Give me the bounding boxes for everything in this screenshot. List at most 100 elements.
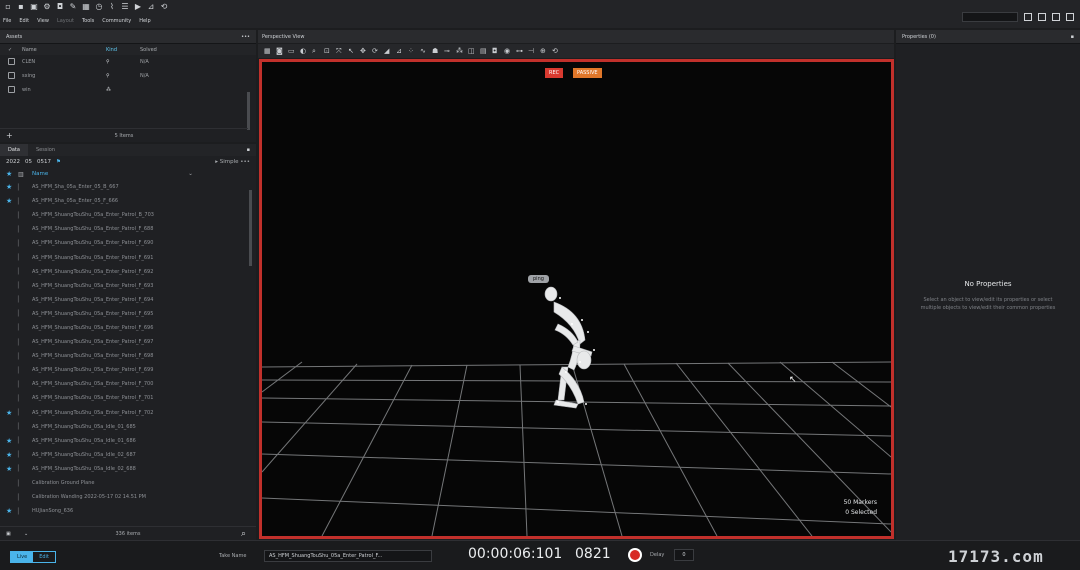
live-edit-toggle[interactable]: Live Edit xyxy=(10,551,56,563)
collapse-icon[interactable]: ⌄ xyxy=(24,531,28,537)
menu-help[interactable]: Help xyxy=(139,18,150,24)
take-row[interactable]: ▏ AS_HFM_ShuangTouShu_05a_Enter_Patrol_F_… xyxy=(0,265,256,279)
take-row[interactable]: ▏ Calibration Wanding 2022-05-17 02 14.51… xyxy=(0,490,256,504)
star-icon[interactable]: ★ xyxy=(6,409,18,417)
view-mode-dropdown[interactable]: ▸ Simple ••• xyxy=(215,159,250,165)
tracking-icon[interactable]: ⊕ xyxy=(540,47,547,55)
take-row[interactable]: ▏ AS_HFM_ShuangTouShu_05a_Idle_01_685 xyxy=(0,420,256,434)
skeleton-figure[interactable] xyxy=(544,286,593,409)
panel-layout-icon[interactable]: ▣ xyxy=(6,531,11,537)
play-icon[interactable]: ▶ xyxy=(134,3,142,11)
rigidbody-icon[interactable]: ⁂ xyxy=(456,47,463,55)
measure-icon[interactable]: ⊿ xyxy=(147,3,155,11)
take-row[interactable]: ▏ AS_HFM_ShuangTouShu_05a_Enter_Patrol_F_… xyxy=(0,236,256,250)
search-icon[interactable]: ⌕ xyxy=(241,529,246,539)
layout-icon[interactable]: ▦ xyxy=(264,47,271,55)
wand-icon[interactable]: ✎ xyxy=(69,3,77,11)
properties-menu-icon[interactable]: ▪ xyxy=(1071,34,1074,40)
camera-icon[interactable]: ◘ xyxy=(492,47,499,55)
take-row[interactable]: ▏ AS_HFM_ShuangTouShu_05a_Enter_Patrol_F_… xyxy=(0,250,256,264)
layout-dropdown-icon[interactable] xyxy=(1024,13,1032,21)
take-row[interactable]: ▏ AS_HFM_ShuangTouShu_05a_Enter_Patrol_F_… xyxy=(0,335,256,349)
take-row[interactable]: ★ ▏ AS_HFM_Sha_05a_Enter_05_F_666 xyxy=(0,194,256,208)
layers-icon[interactable]: ☰ xyxy=(121,3,129,11)
star-column-icon[interactable]: ★ xyxy=(6,170,18,178)
select-icon[interactable]: ↖ xyxy=(348,47,355,55)
scale-icon[interactable]: ◢ xyxy=(384,47,391,55)
sync-icon[interactable]: ⟲ xyxy=(160,3,168,11)
take-row[interactable]: ★ ▏ AS_HFM_ShuangTouShu_05a_Idle_01_686 xyxy=(0,434,256,448)
asset-checkbox[interactable] xyxy=(8,85,15,93)
tab-session[interactable]: Session xyxy=(28,144,63,156)
take-row[interactable]: ▏ AS_HFM_ShuangTouShu_05a_Enter_Patrol_F_… xyxy=(0,293,256,307)
column-name-label[interactable]: Name xyxy=(32,171,48,177)
menu-view[interactable]: View xyxy=(37,18,49,24)
take-row[interactable]: ★ ▏ HUJianSong_636 xyxy=(0,504,256,518)
camera-icon[interactable]: ◘ xyxy=(56,3,64,11)
open-icon[interactable]: ▪ xyxy=(17,3,25,11)
layout-search-input[interactable] xyxy=(962,12,1018,22)
take-row[interactable]: ★ ▏ AS_HFM_Sha_05a_Enter_05_B_667 xyxy=(0,180,256,194)
asset-row[interactable]: CLEN ⚲ N/A xyxy=(0,55,256,69)
take-row[interactable]: ▏ AS_HFM_ShuangTouShu_05a_Enter_Patrol_F_… xyxy=(0,222,256,236)
take-row[interactable]: ▏ Calibration Ground Plane xyxy=(0,476,256,490)
save-icon[interactable]: ▣ xyxy=(30,3,38,11)
take-row[interactable]: ▏ AS_HFM_ShuangTouShu_05a_Enter_Patrol_F_… xyxy=(0,363,256,377)
add-asset-icon[interactable]: + xyxy=(6,131,13,140)
trajectory-icon[interactable]: ∿ xyxy=(420,47,427,55)
take-row[interactable]: ★ ▏ AS_HFM_ShuangTouShu_05a_Idle_02_687 xyxy=(0,448,256,462)
visibility-icon[interactable]: ◐ xyxy=(300,47,307,55)
camera-view-icon[interactable]: ◙ xyxy=(276,47,283,55)
breadcrumb-day[interactable]: 0517 xyxy=(37,159,51,165)
take-row[interactable]: ▏ AS_HFM_ShuangTouShu_05a_Enter_Patrol_F_… xyxy=(0,321,256,335)
clock-icon[interactable]: ◷ xyxy=(95,3,103,11)
take-row[interactable]: ▏ AS_HFM_ShuangTouShu_05a_Enter_Patrol_F_… xyxy=(0,391,256,405)
menu-layout[interactable]: Layout xyxy=(57,18,74,24)
skeleton-icon[interactable]: ☗ xyxy=(432,47,439,55)
breadcrumb-month[interactable]: 05 xyxy=(25,159,32,165)
grid-icon[interactable]: ▤ xyxy=(480,47,487,55)
refresh-icon[interactable]: ⟲ xyxy=(552,47,559,55)
fit-icon[interactable]: ⤧ xyxy=(336,47,343,55)
data-panel-close-icon[interactable]: ▪ xyxy=(247,147,250,153)
star-icon[interactable]: ★ xyxy=(6,451,18,459)
take-row[interactable]: ▏ AS_HFM_ShuangTouShu_05a_Enter_Patrol_F_… xyxy=(0,307,256,321)
assets-scrollbar[interactable] xyxy=(247,92,250,130)
breadcrumb-year[interactable]: 2022 xyxy=(6,159,20,165)
asset-row[interactable]: sxing ⚲ N/A xyxy=(0,69,256,83)
take-list-scrollbar[interactable] xyxy=(249,190,252,266)
star-icon[interactable]: ★ xyxy=(6,197,18,205)
graph-icon[interactable]: ⌇ xyxy=(108,3,116,11)
perspective-viewport[interactable]: ping REC PASSIVE ↖ 50 Markers 0 Selected xyxy=(259,59,894,539)
link-icon[interactable]: ⊶ xyxy=(516,47,523,55)
new-icon[interactable]: ▫ xyxy=(4,3,12,11)
rotate-icon[interactable]: ⟳ xyxy=(372,47,379,55)
assets-menu-icon[interactable]: ••• xyxy=(241,34,250,40)
take-row[interactable]: ▏ AS_HFM_ShuangTouShu_05a_Enter_Patrol_F_… xyxy=(0,349,256,363)
asset-checkbox[interactable] xyxy=(8,57,15,65)
eye-icon[interactable]: ◉ xyxy=(504,47,511,55)
star-icon[interactable]: ★ xyxy=(6,465,18,473)
menu-tools[interactable]: Tools xyxy=(82,18,94,24)
delay-input[interactable]: 0 xyxy=(674,549,694,561)
menu-community[interactable]: Community xyxy=(102,18,131,24)
label-icon[interactable]: ◫ xyxy=(468,47,475,55)
asset-checkbox[interactable] xyxy=(8,71,15,79)
window-layout-2-icon[interactable] xyxy=(1052,13,1060,21)
take-name-field[interactable]: AS_HFM_ShuangTouShu_05a_Enter_Patrol_F..… xyxy=(264,550,432,562)
viewport-scene[interactable] xyxy=(262,62,891,536)
star-icon[interactable]: ★ xyxy=(6,437,18,445)
settings-icon[interactable]: ⚙ xyxy=(43,3,51,11)
asset-row[interactable]: win ⁂ xyxy=(0,83,256,97)
column-kind[interactable]: Kind xyxy=(106,47,140,53)
take-row[interactable]: ▏ AS_HFM_ShuangTouShu_05a_Enter_Patrol_F_… xyxy=(0,377,256,391)
window-layout-3-icon[interactable] xyxy=(1066,13,1074,21)
move-icon[interactable]: ✥ xyxy=(360,47,367,55)
check-icon[interactable]: ✓ xyxy=(0,47,22,53)
star-icon[interactable]: ★ xyxy=(6,183,18,191)
flag-icon[interactable]: ⚑ xyxy=(56,159,61,165)
live-mode-button[interactable]: Live xyxy=(11,552,34,562)
color-column-icon[interactable]: ▥ xyxy=(18,171,32,178)
bone-icon[interactable]: ⊸ xyxy=(444,47,451,55)
menu-edit[interactable]: Edit xyxy=(19,18,29,24)
